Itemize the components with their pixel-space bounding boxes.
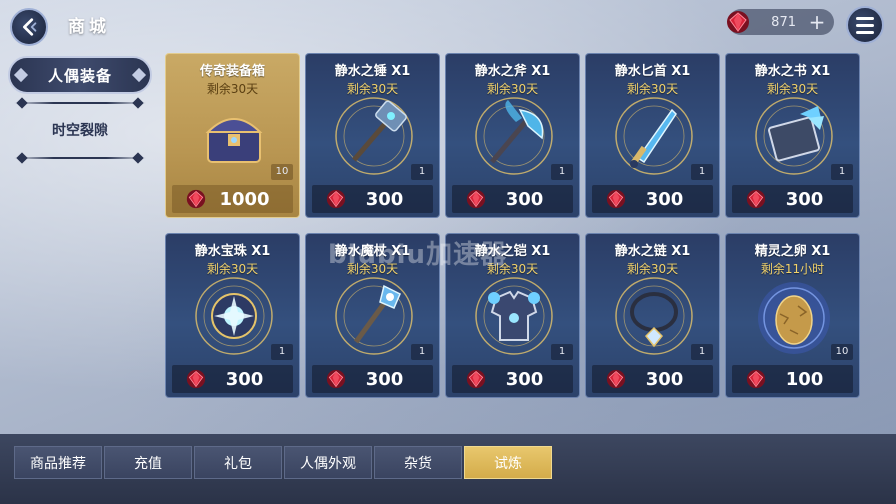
item-quantity: 1 xyxy=(411,164,433,180)
item-name: 静水匕首 X1 xyxy=(614,64,691,79)
red-gem-icon xyxy=(606,189,626,209)
item-name: 传奇装备箱 xyxy=(199,64,265,79)
item-name: 静水宝珠 X1 xyxy=(194,244,271,259)
item-price: 1000 xyxy=(219,188,270,210)
item-name: 静水之斧 X1 xyxy=(474,64,551,79)
item-quantity: 1 xyxy=(271,344,293,360)
item-name: 静水之书 X1 xyxy=(754,64,831,79)
item-price: 300 xyxy=(365,188,404,210)
price-button[interactable]: 300 xyxy=(172,365,293,393)
shop-item-card[interactable]: 静水之铠 X1 剩余30天 1 300 xyxy=(445,233,580,398)
item-grid: 传奇装备箱 剩余30天 10 1000 静水之锤 X1 剩余30天 1 300 静水之斧 X1 剩… xyxy=(165,53,865,413)
book-icon xyxy=(755,97,833,175)
shop-item-card[interactable]: 静水之锤 X1 剩余30天 1 300 xyxy=(305,53,440,218)
chest-icon xyxy=(205,118,263,163)
item-quantity: 1 xyxy=(831,164,853,180)
price-button[interactable]: 300 xyxy=(312,365,433,393)
red-gem-icon xyxy=(746,189,766,209)
item-name: 静水之铠 X1 xyxy=(474,244,551,259)
currency-display: 871 + xyxy=(727,9,834,35)
egg-icon xyxy=(758,282,830,354)
dagger-icon xyxy=(615,97,693,175)
wand-icon xyxy=(335,277,413,355)
currency-amount: 871 xyxy=(771,14,796,30)
item-price: 300 xyxy=(225,368,264,390)
red-gem-icon xyxy=(727,11,749,33)
axe-icon xyxy=(475,97,553,175)
shop-item-card[interactable]: 静水之书 X1 剩余30天 1 300 xyxy=(725,53,860,218)
tab-1[interactable]: 充值 xyxy=(104,446,192,479)
item-quantity: 1 xyxy=(691,164,713,180)
price-button[interactable]: 100 xyxy=(732,365,853,393)
back-button[interactable] xyxy=(10,8,48,46)
item-name: 精灵之卵 X1 xyxy=(754,244,831,259)
hammer-icon xyxy=(335,97,413,175)
shop-item-card[interactable]: 传奇装备箱 剩余30天 10 1000 xyxy=(165,53,300,218)
red-gem-icon xyxy=(326,369,346,389)
red-gem-icon xyxy=(466,369,486,389)
tab-3[interactable]: 人偶外观 xyxy=(284,446,372,479)
item-quantity: 1 xyxy=(691,344,713,360)
item-price: 100 xyxy=(785,368,824,390)
price-button[interactable]: 300 xyxy=(452,185,573,213)
hamburger-icon xyxy=(856,16,874,20)
armor-icon xyxy=(475,277,553,355)
price-button[interactable]: 300 xyxy=(452,365,573,393)
item-quantity: 1 xyxy=(551,344,573,360)
item-price: 300 xyxy=(505,188,544,210)
category-active[interactable]: 人偶装备 xyxy=(8,56,152,94)
red-gem-icon xyxy=(326,189,346,209)
red-gem-icon xyxy=(466,189,486,209)
orb-icon xyxy=(195,277,273,355)
chevron-left-icon xyxy=(23,18,37,36)
shop-item-card[interactable]: 静水之斧 X1 剩余30天 1 300 xyxy=(445,53,580,218)
item-price: 300 xyxy=(365,368,404,390)
red-gem-icon xyxy=(746,369,766,389)
item-quantity: 1 xyxy=(551,164,573,180)
price-button[interactable]: 300 xyxy=(312,185,433,213)
page-title: 商城 xyxy=(68,17,110,37)
shop-item-card[interactable]: 静水之链 X1 剩余30天 1 300 xyxy=(585,233,720,398)
shop-item-card[interactable]: 精灵之卵 X1 剩余11小时 10 100 xyxy=(725,233,860,398)
price-button[interactable]: 300 xyxy=(732,185,853,213)
divider xyxy=(14,97,146,109)
tab-2[interactable]: 礼包 xyxy=(194,446,282,479)
item-name: 静水之链 X1 xyxy=(614,244,691,259)
shop-item-card[interactable]: 静水匕首 X1 剩余30天 1 300 xyxy=(585,53,720,218)
red-gem-icon xyxy=(606,369,626,389)
tab-5[interactable]: 试炼 xyxy=(464,446,552,479)
red-gem-icon xyxy=(186,369,206,389)
item-name: 静水魔杖 X1 xyxy=(334,244,411,259)
price-button[interactable]: 300 xyxy=(592,185,713,213)
category-item-spacetime-rift[interactable]: 时空裂隙 xyxy=(8,120,152,142)
divider xyxy=(14,152,146,164)
tab-4[interactable]: 杂货 xyxy=(374,446,462,479)
price-button[interactable]: 300 xyxy=(592,365,713,393)
item-price: 300 xyxy=(785,188,824,210)
item-quantity: 10 xyxy=(831,344,853,360)
add-currency-button[interactable]: + xyxy=(806,11,828,33)
item-price: 300 xyxy=(505,368,544,390)
item-name: 静水之锤 X1 xyxy=(334,64,411,79)
price-button[interactable]: 1000 xyxy=(172,185,293,213)
tab-0[interactable]: 商品推荐 xyxy=(14,446,102,479)
menu-button[interactable] xyxy=(846,6,884,44)
shop-item-card[interactable]: 静水宝珠 X1 剩余30天 1 300 xyxy=(165,233,300,398)
item-price: 300 xyxy=(645,188,684,210)
item-quantity: 1 xyxy=(411,344,433,360)
item-quantity: 10 xyxy=(271,164,293,180)
necklace-icon xyxy=(615,277,693,355)
tab-bar: 商品推荐 充值 礼包 人偶外观 杂货 试炼 xyxy=(14,446,552,479)
shop-item-card[interactable]: 静水魔杖 X1 剩余30天 1 300 xyxy=(305,233,440,398)
red-gem-icon xyxy=(186,189,206,209)
item-price: 300 xyxy=(645,368,684,390)
